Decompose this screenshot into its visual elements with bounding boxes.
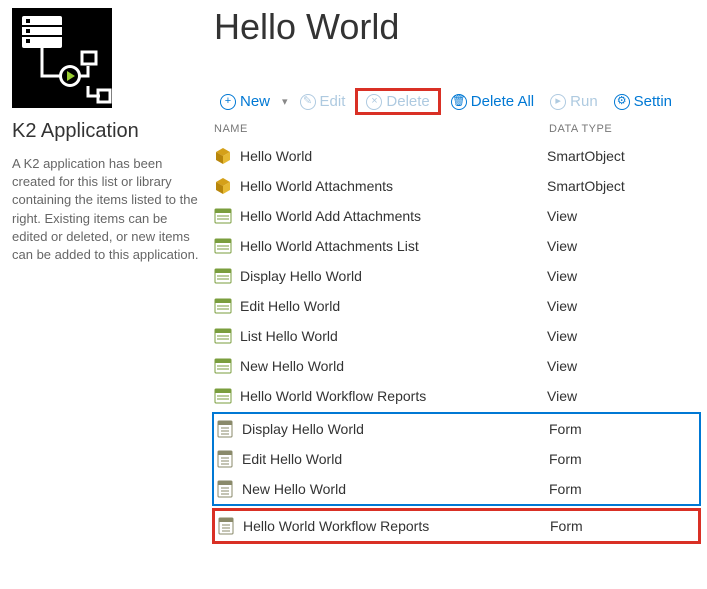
list-item[interactable]: New Hello WorldView	[212, 351, 707, 381]
x-icon: ×	[366, 94, 382, 110]
forms-group-highlight: Display Hello WorldFormEdit Hello WorldF…	[212, 412, 701, 506]
trash-icon: 🗑	[451, 94, 467, 110]
item-type: View	[547, 208, 707, 224]
form-icon	[216, 420, 234, 438]
list-item[interactable]: Hello World Add AttachmentsView	[212, 201, 707, 231]
list-item[interactable]: Display Hello WorldForm	[214, 414, 699, 444]
view-icon	[214, 237, 232, 255]
page-title: Hello World	[212, 6, 707, 48]
item-type: Form	[549, 481, 699, 497]
app-logo	[12, 8, 112, 108]
list-item[interactable]: Hello World Attachments ListView	[212, 231, 707, 261]
list-item[interactable]: Display Hello WorldView	[212, 261, 707, 291]
cube-icon	[214, 147, 232, 165]
item-name: Edit Hello World	[240, 298, 547, 314]
plus-icon: +	[220, 94, 236, 110]
new-button[interactable]: + New	[214, 91, 276, 112]
view-icon	[214, 207, 232, 225]
edit-button[interactable]: ✎ Edit	[294, 91, 352, 112]
form-row-highlight: Hello World Workflow ReportsForm	[212, 508, 701, 544]
item-name: List Hello World	[240, 328, 547, 344]
item-name: Hello World Add Attachments	[240, 208, 547, 224]
item-type: SmartObject	[547, 178, 707, 194]
item-type: View	[547, 358, 707, 374]
view-icon	[214, 297, 232, 315]
item-type: View	[547, 328, 707, 344]
item-type: Form	[549, 451, 699, 467]
item-name: Hello World Attachments	[240, 178, 547, 194]
col-type: DATA TYPE	[549, 123, 707, 135]
item-name: Edit Hello World	[242, 451, 549, 467]
view-icon	[214, 327, 232, 345]
item-name: Hello World	[240, 148, 547, 164]
form-icon	[217, 517, 235, 535]
delete-all-button[interactable]: 🗑 Delete All	[445, 91, 540, 112]
list-item[interactable]: Edit Hello WorldView	[212, 291, 707, 321]
item-type: View	[547, 238, 707, 254]
delete-highlight: × Delete	[355, 88, 440, 115]
item-type: View	[547, 268, 707, 284]
view-icon	[214, 267, 232, 285]
dropdown-caret-icon[interactable]: ▾	[280, 95, 290, 108]
cube-icon	[214, 177, 232, 195]
toolbar: + New ▾ ✎ Edit × Delete 🗑 Delete All ▸ R…	[212, 88, 707, 115]
settings-button[interactable]: ⚙ Settin	[608, 91, 678, 112]
item-name: New Hello World	[240, 358, 547, 374]
item-name: Hello World Attachments List	[240, 238, 547, 254]
item-type: View	[547, 388, 707, 404]
gear-icon: ⚙	[614, 94, 630, 110]
delete-button[interactable]: × Delete	[360, 91, 435, 112]
sidebar-title: K2 Application	[12, 120, 202, 143]
pencil-icon: ✎	[300, 94, 316, 110]
item-name: Hello World Workflow Reports	[243, 518, 550, 534]
item-name: New Hello World	[242, 481, 549, 497]
list-item[interactable]: List Hello WorldView	[212, 321, 707, 351]
run-button[interactable]: ▸ Run	[544, 91, 604, 112]
col-name: NAME	[214, 123, 549, 135]
list-item[interactable]: Hello World Workflow ReportsForm	[215, 511, 698, 541]
column-headers: NAME DATA TYPE	[212, 119, 707, 141]
list-item[interactable]: Hello World AttachmentsSmartObject	[212, 171, 707, 201]
form-icon	[216, 480, 234, 498]
list-item[interactable]: Edit Hello WorldForm	[214, 444, 699, 474]
item-name: Display Hello World	[242, 421, 549, 437]
list-item[interactable]: Hello WorldSmartObject	[212, 141, 707, 171]
view-icon	[214, 357, 232, 375]
item-type: Form	[550, 518, 698, 534]
view-icon	[214, 387, 232, 405]
list-item[interactable]: New Hello WorldForm	[214, 474, 699, 504]
form-icon	[216, 450, 234, 468]
item-name: Display Hello World	[240, 268, 547, 284]
sidebar-description: A K2 application has been created for th…	[12, 155, 202, 264]
item-name: Hello World Workflow Reports	[240, 388, 547, 404]
item-type: SmartObject	[547, 148, 707, 164]
item-type: Form	[549, 421, 699, 437]
item-type: View	[547, 298, 707, 314]
play-icon: ▸	[550, 94, 566, 110]
list-item[interactable]: Hello World Workflow ReportsView	[212, 381, 707, 411]
